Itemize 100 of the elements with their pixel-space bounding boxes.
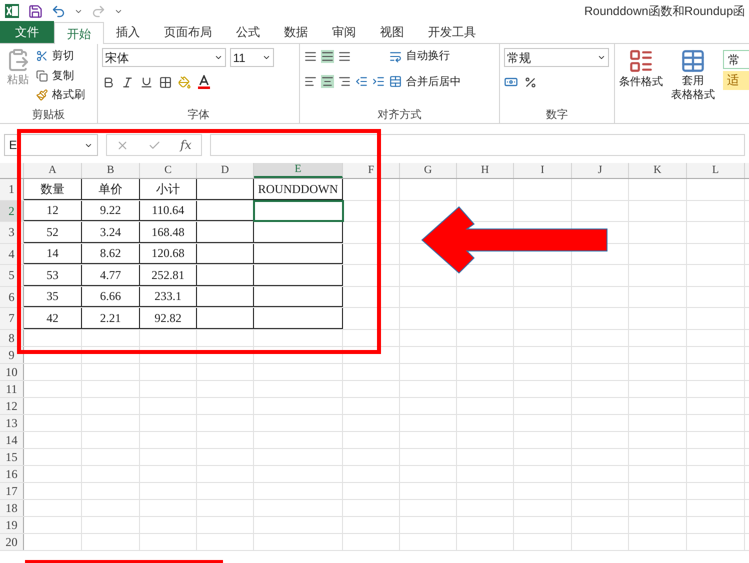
column-header[interactable]: B xyxy=(82,163,140,178)
align-right-icon[interactable] xyxy=(338,75,351,88)
conditional-formatting-button[interactable]: 条件格式 xyxy=(619,48,663,123)
column-header[interactable]: L xyxy=(687,163,745,178)
spreadsheet-cell[interactable]: ROUNDDOWN xyxy=(254,179,343,200)
name-box[interactable]: E xyxy=(4,134,98,156)
format-painter-button[interactable]: 格式刷 xyxy=(36,87,85,104)
cell-style-swatch[interactable]: 常 xyxy=(723,50,749,69)
column-header[interactable]: I xyxy=(514,163,572,178)
bottom-align-icon[interactable] xyxy=(338,50,351,63)
fill-color-icon[interactable] xyxy=(178,76,191,88)
spreadsheet-cell[interactable]: 52 xyxy=(24,222,82,242)
copy-button[interactable]: 复制 xyxy=(36,68,85,84)
borders-icon[interactable] xyxy=(159,76,172,88)
row-header[interactable]: 17 xyxy=(0,482,24,498)
spreadsheet-cell[interactable] xyxy=(254,308,343,328)
spreadsheet-cell[interactable]: 53 xyxy=(24,265,82,286)
font-color-icon[interactable] xyxy=(197,75,211,89)
spreadsheet-cell[interactable] xyxy=(197,244,254,264)
ribbon-tab[interactable]: 插入 xyxy=(104,21,152,43)
spreadsheet-cell[interactable]: 单价 xyxy=(82,179,140,200)
ribbon-tab[interactable]: 审阅 xyxy=(320,21,368,43)
column-header[interactable]: H xyxy=(457,163,514,178)
row-header[interactable]: 15 xyxy=(0,448,24,464)
format-as-table-button[interactable]: 套用 表格格式 xyxy=(671,48,715,123)
spreadsheet-cell[interactable]: 120.68 xyxy=(140,244,197,264)
save-icon[interactable] xyxy=(28,4,43,18)
number-format-field[interactable]: 常规 xyxy=(504,48,609,67)
column-header[interactable]: E xyxy=(254,163,343,178)
file-menu-tab[interactable]: 文件 xyxy=(0,21,54,43)
font-size-field[interactable]: 11 xyxy=(230,48,274,67)
spreadsheet-cell[interactable] xyxy=(254,244,343,264)
row-header[interactable]: 16 xyxy=(0,466,24,482)
spreadsheet-cell[interactable]: 168.48 xyxy=(140,222,197,242)
active-cell[interactable] xyxy=(254,200,343,221)
spreadsheet-cell[interactable]: 3.24 xyxy=(82,222,140,242)
wrap-text-button[interactable]: 自动换行 xyxy=(389,48,450,64)
currency-icon[interactable] xyxy=(504,75,518,89)
spreadsheet-cell[interactable]: 110.64 xyxy=(140,200,197,221)
spreadsheet-cell[interactable]: 252.81 xyxy=(140,265,197,286)
row-header[interactable]: 19 xyxy=(0,516,24,532)
align-left-icon[interactable] xyxy=(304,75,317,88)
row-header[interactable]: 20 xyxy=(0,534,24,550)
font-name-field[interactable]: 宋体 xyxy=(102,48,226,67)
spreadsheet-cell[interactable] xyxy=(254,222,343,242)
spreadsheet-cell[interactable]: 6.66 xyxy=(82,286,140,307)
ribbon-tab[interactable]: 公式 xyxy=(224,21,272,43)
spreadsheet-cell[interactable] xyxy=(197,179,254,200)
spreadsheet-cell[interactable]: 小计 xyxy=(140,179,197,200)
indent-increase-icon[interactable] xyxy=(372,75,385,88)
percent-icon[interactable] xyxy=(524,76,537,88)
column-header[interactable]: G xyxy=(400,163,457,178)
ribbon-tab[interactable]: 数据 xyxy=(272,21,320,43)
spreadsheet-cell[interactable]: 233.1 xyxy=(140,286,197,307)
top-align-icon[interactable] xyxy=(304,50,317,63)
spreadsheet-app-icon[interactable] xyxy=(4,3,20,19)
formula-input[interactable] xyxy=(210,134,745,156)
indent-decrease-icon[interactable] xyxy=(355,75,368,88)
undo-icon[interactable] xyxy=(51,4,66,18)
row-header[interactable]: 13 xyxy=(0,414,24,430)
row-header[interactable]: 11 xyxy=(0,380,24,396)
align-center-icon[interactable] xyxy=(321,75,334,88)
spreadsheet-cell[interactable] xyxy=(197,222,254,242)
spreadsheet-cell[interactable] xyxy=(254,265,343,286)
column-header[interactable]: K xyxy=(629,163,687,178)
spreadsheet-cell[interactable]: 数量 xyxy=(24,179,82,200)
spreadsheet-cell[interactable]: 8.62 xyxy=(82,244,140,264)
underline-icon[interactable] xyxy=(140,76,153,88)
spreadsheet-cell[interactable]: 4.77 xyxy=(82,265,140,286)
row-header[interactable]: 18 xyxy=(0,500,24,516)
paste-button[interactable]: 粘贴 xyxy=(4,48,32,104)
spreadsheet-cell[interactable] xyxy=(254,286,343,307)
cell-style-swatch[interactable]: 适 xyxy=(723,71,749,90)
spreadsheet-cell[interactable]: 92.82 xyxy=(140,308,197,328)
column-header[interactable]: A xyxy=(24,163,82,178)
column-header[interactable]: F xyxy=(343,163,400,178)
spreadsheet-cell[interactable]: 2.21 xyxy=(82,308,140,328)
bold-icon[interactable] xyxy=(102,76,115,88)
spreadsheet-cell[interactable]: 35 xyxy=(24,286,82,307)
ribbon-tab[interactable]: 视图 xyxy=(368,21,416,43)
row-header[interactable]: 10 xyxy=(0,364,24,380)
spreadsheet-cell[interactable] xyxy=(197,308,254,328)
column-header[interactable]: J xyxy=(572,163,629,178)
middle-align-icon[interactable] xyxy=(321,50,334,63)
spreadsheet-cell[interactable] xyxy=(197,286,254,307)
spreadsheet-cell[interactable]: 14 xyxy=(24,244,82,264)
ribbon-tab[interactable]: 开始 xyxy=(54,22,104,44)
row-header[interactable]: 12 xyxy=(0,398,24,414)
ribbon-tab[interactable]: 开发工具 xyxy=(416,21,488,43)
function-icon[interactable]: fx xyxy=(180,136,192,154)
spreadsheet-cell[interactable] xyxy=(197,265,254,286)
column-header[interactable]: C xyxy=(140,163,197,178)
spreadsheet-cell[interactable]: 9.22 xyxy=(82,200,140,221)
italic-icon[interactable] xyxy=(121,76,134,88)
row-header[interactable]: 14 xyxy=(0,432,24,448)
spreadsheet-cell[interactable]: 12 xyxy=(24,200,82,221)
cut-button[interactable]: 剪切 xyxy=(36,48,85,64)
merge-center-button[interactable]: 合并后居中 xyxy=(389,74,461,90)
spreadsheet-cell[interactable]: 42 xyxy=(24,308,82,328)
ribbon-tab[interactable]: 页面布局 xyxy=(152,21,224,43)
